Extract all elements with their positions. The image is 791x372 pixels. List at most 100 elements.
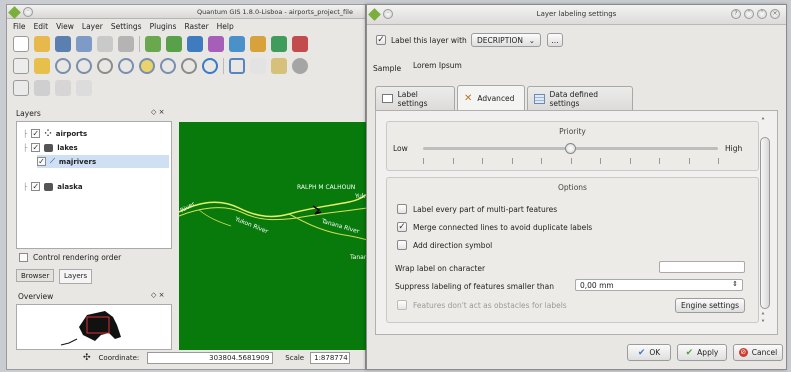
maximize-icon[interactable]: ˄ [757,9,767,19]
labeling-icon[interactable] [13,80,29,96]
zoom-next-icon[interactable] [181,58,197,74]
add-vector-layer-icon[interactable] [145,36,161,52]
tab-layers[interactable]: Layers [59,269,93,284]
layer-visibility-checkbox[interactable]: ✓ [37,157,46,166]
python-console-icon[interactable] [271,58,287,74]
label-layer-checkbox[interactable]: ✓ [376,35,386,45]
cancel-button[interactable]: ⊘ Cancel [733,344,783,361]
add-wms-layer-icon[interactable] [229,36,245,52]
tab-label: Data defined settings [549,89,599,108]
scroll-up-icon[interactable]: ˄ [761,117,765,126]
menu-settings[interactable]: Settings [111,22,142,31]
new-project-icon[interactable] [13,36,29,52]
layer-row-airports[interactable]: ├ ✓ ⁘ airports [23,127,87,140]
layer-row-lakes[interactable]: ├ ✓ lakes [23,141,78,154]
option-checkbox[interactable] [397,300,407,310]
zoom-out-icon[interactable] [76,58,92,74]
identify-icon[interactable] [229,58,245,74]
layers-panel-float-close-icon[interactable]: ◇ × [151,108,164,116]
show-hide-labels-icon[interactable] [55,80,71,96]
layer-row-majrivers[interactable]: ✓ ⟋ majrivers [37,155,169,168]
tab-advanced[interactable]: ✕ Advanced [457,85,525,111]
option-no-obstacles[interactable]: Features don't act as obstacles for labe… [397,300,567,310]
tab-data-defined[interactable]: Data defined settings [527,86,633,110]
close-icon[interactable]: × [770,9,780,19]
open-project-icon[interactable] [34,36,50,52]
wrap-character-input[interactable] [659,261,745,273]
new-shapefile-icon[interactable] [292,36,308,52]
option-checkbox[interactable] [397,204,407,214]
pin-labels-icon[interactable] [34,80,50,96]
spinbox-arrows-icon[interactable]: ⇕ [732,280,738,288]
whats-this-icon[interactable] [250,58,266,74]
minimize-icon[interactable]: ˅ [744,9,754,19]
menu-file[interactable]: File [13,22,26,31]
option-checkbox[interactable]: ✓ [397,222,407,232]
add-raster-layer-icon[interactable] [166,36,182,52]
panel-scrollbar[interactable]: ˄ ˄ ˅ [758,115,772,331]
priority-slider-handle[interactable] [565,143,576,154]
engine-settings-button[interactable]: Engine settings [675,298,745,313]
suppress-label: Suppress labeling of features smaller th… [395,282,554,291]
overview-panel [16,304,172,350]
add-postgis-layer-icon[interactable] [187,36,203,52]
zoom-last-icon[interactable] [160,58,176,74]
menu-layer[interactable]: Layer [82,22,103,31]
option-label: Add direction symbol [413,240,493,250]
label-field-select[interactable]: DECRIPTION ⌄ [471,33,541,47]
coordinate-field[interactable]: 303804.5681909 [147,352,274,364]
ok-button[interactable]: ✔ OK [627,344,671,361]
priority-slider[interactable] [423,143,718,154]
label-layer-row[interactable]: ✓ Label this layer with [376,35,467,45]
pan-icon[interactable] [13,58,29,74]
qgis-window-title: Quantum GIS 1.8.0-Lisboa - airports_proj… [197,8,353,16]
suppress-size-spinbox[interactable]: 0,00 mm ⇕ [575,279,743,291]
option-merge-connected-lines[interactable]: ✓ Merge connected lines to avoid duplica… [397,222,592,232]
save-as-icon[interactable] [76,36,92,52]
menu-raster[interactable]: Raster [184,22,208,31]
advanced-tab-panel: Priority Low High Options Label every pa… [375,110,778,335]
menu-help[interactable]: Help [217,22,234,31]
layer-name: lakes [57,143,78,152]
tab-browser[interactable]: Browser [16,269,55,282]
map-label: RALPH M CALHOUN [297,184,356,191]
add-delimited-text-icon[interactable] [250,36,266,52]
menu-plugins[interactable]: Plugins [150,22,177,31]
menu-view[interactable]: View [56,22,74,31]
scale-field[interactable]: 1:878774 [310,352,351,364]
tab-label-settings[interactable]: Label settings [375,86,455,110]
move-label-icon[interactable] [76,80,92,96]
polygon-layer-icon [44,143,54,152]
control-rendering-order-checkbox[interactable] [19,253,28,262]
plugin-manager-icon[interactable] [292,58,308,74]
save-project-icon[interactable] [55,36,71,52]
print-composer-icon[interactable] [97,36,113,52]
scrollbar-thumb[interactable] [760,137,770,309]
option-checkbox[interactable] [397,240,407,250]
layer-visibility-checkbox[interactable]: ✓ [31,182,41,191]
refresh-icon[interactable] [202,58,218,74]
layer-row-alaska[interactable]: ├ ✓ alaska [23,180,83,193]
option-add-direction-symbol[interactable]: Add direction symbol [397,240,492,250]
option-label-every-part[interactable]: Label every part of multi-part features [397,204,557,214]
zoom-to-layer-icon[interactable] [139,58,155,74]
zoom-full-icon[interactable] [97,58,113,74]
zoom-to-selection-icon[interactable] [118,58,134,74]
help-icon[interactable]: ? [731,9,741,19]
window-menu-icon[interactable]: · [23,7,33,17]
qgis-app-icon[interactable] [8,6,21,19]
overview-panel-float-close-icon[interactable]: ◇ × [151,291,164,299]
apply-button[interactable]: ✔ Apply [677,344,727,361]
layer-visibility-checkbox[interactable]: ✓ [31,129,41,138]
print-icon[interactable] [118,36,134,52]
pan-to-selection-icon[interactable] [34,58,50,74]
add-spatialite-layer-icon[interactable] [208,36,224,52]
add-wfs-layer-icon[interactable] [271,36,287,52]
map-canvas[interactable]: RALPH M CALHOUN Yukon River Tanana River… [178,122,368,350]
menu-edit[interactable]: Edit [34,22,49,31]
scroll-down-icon[interactable]: ˄ ˅ [761,313,765,328]
zoom-in-icon[interactable] [55,58,71,74]
layer-visibility-checkbox[interactable]: ✓ [31,143,41,152]
expression-button[interactable]: ... [547,33,563,47]
control-rendering-order-row[interactable]: Control rendering order [19,253,121,262]
